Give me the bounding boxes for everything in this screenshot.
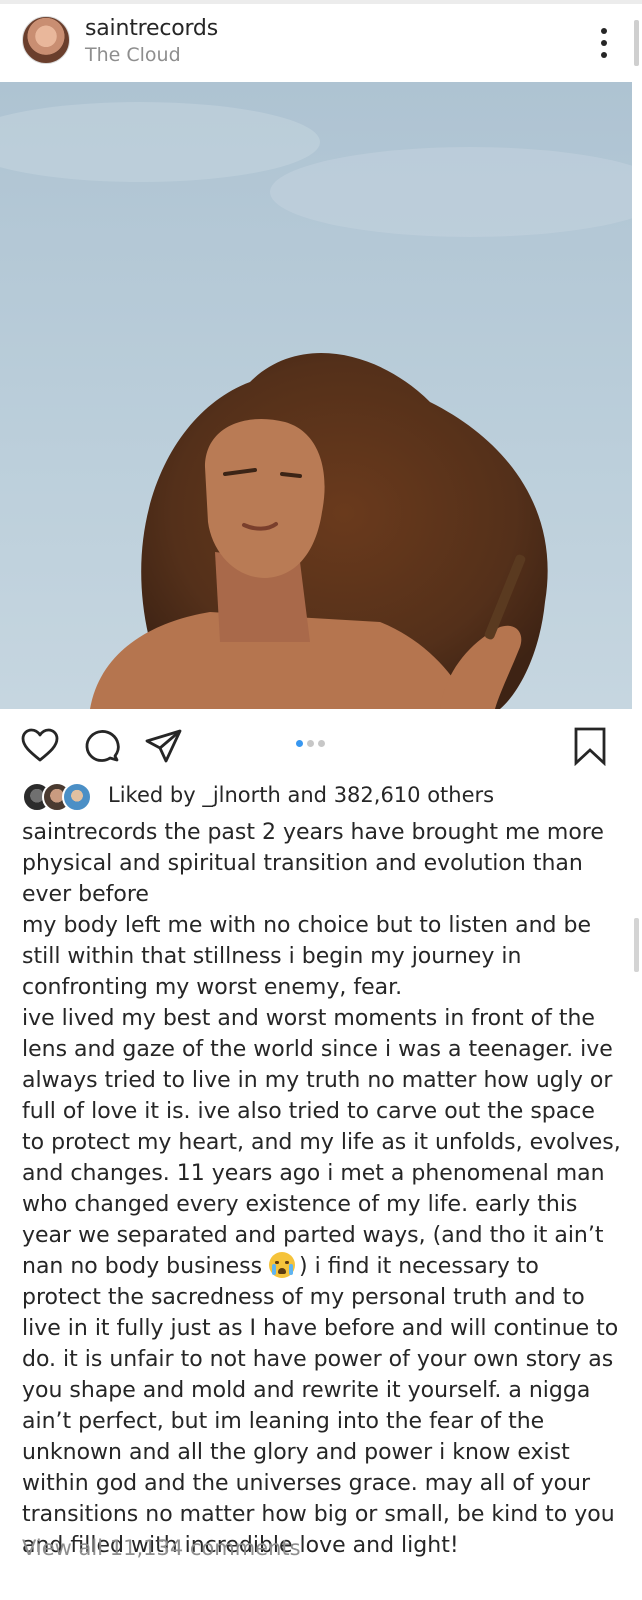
caption-text: ) i find it necessary to protect the sac… — [22, 1254, 619, 1558]
scrollbar-thumb[interactable] — [634, 918, 639, 972]
post-caption: saintrecords the past 2 years have broug… — [22, 817, 622, 1561]
avatar[interactable] — [22, 16, 70, 64]
heart-icon — [21, 728, 59, 762]
more-options-icon-dot — [601, 40, 607, 46]
liked-by-and: and — [280, 783, 334, 807]
share-button[interactable] — [144, 726, 184, 766]
liked-by-prefix: Liked by — [108, 783, 203, 807]
loudly-crying-face-emoji — [269, 1252, 296, 1278]
scrollbar-thumb-top — [634, 20, 639, 66]
post-actions — [0, 718, 642, 770]
caption-text: ive lived my best and worst moments in f… — [22, 1006, 621, 1279]
paper-plane-icon — [145, 729, 182, 763]
post-location[interactable]: The Cloud — [85, 44, 181, 66]
like-button[interactable] — [20, 726, 60, 766]
caption-username[interactable]: saintrecords — [22, 820, 157, 845]
caption-text: my body left me with no choice but to li… — [22, 913, 592, 1000]
likes-count[interactable]: 382,610 others — [334, 783, 494, 807]
more-options-button[interactable] — [592, 26, 616, 60]
view-all-comments-link[interactable]: View all 11,134 comments — [22, 1536, 301, 1560]
comment-bubble-icon — [85, 730, 120, 762]
carousel-dot — [296, 740, 303, 747]
liked-by-text: Liked by _jlnorth and 382,610 others — [108, 783, 494, 807]
carousel-dot — [307, 740, 314, 747]
carousel-dot — [318, 740, 325, 747]
carousel-indicator — [296, 740, 329, 748]
liker-username[interactable]: _jlnorth — [202, 783, 281, 807]
comment-button[interactable] — [82, 726, 122, 766]
liker-avatar — [62, 782, 92, 812]
more-options-icon-dot — [601, 52, 607, 58]
more-options-icon — [601, 28, 607, 34]
post-image — [0, 82, 632, 709]
likes-row[interactable]: Liked by _jlnorth and 382,610 others — [22, 780, 622, 812]
save-button[interactable] — [570, 726, 610, 767]
post-photo[interactable] — [0, 82, 632, 709]
post-username[interactable]: saintrecords — [85, 16, 218, 41]
bookmark-icon — [574, 727, 606, 767]
post-header: saintrecords The Cloud — [0, 4, 642, 82]
